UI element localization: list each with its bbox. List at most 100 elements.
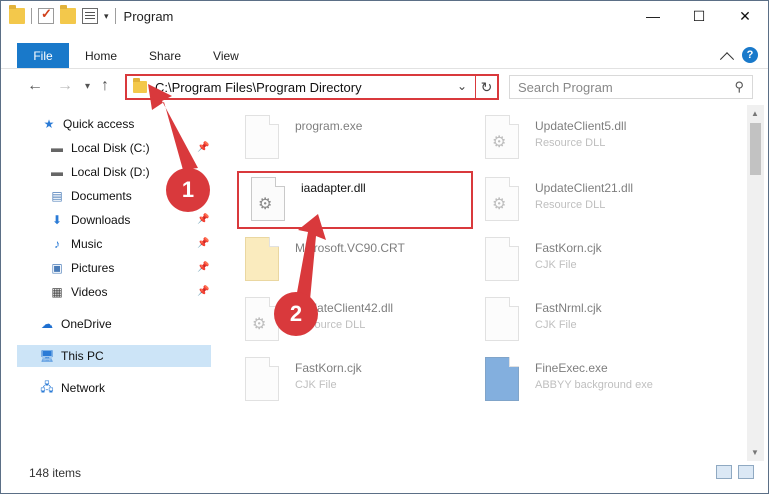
up-arrow-icon[interactable]: ↑	[101, 77, 109, 95]
properties-list-icon[interactable]	[82, 8, 98, 24]
tab-share[interactable]: Share	[133, 43, 197, 68]
generic-file-icon	[245, 357, 279, 401]
step-badge-1: 1	[166, 168, 210, 212]
file-item[interactable]: ⚙ UpdateClient5.dll Resource DLL	[471, 111, 711, 167]
search-placeholder: Search Program	[518, 79, 613, 95]
file-name: iaadapter.dll	[301, 181, 366, 195]
dll-file-icon: ⚙	[251, 177, 285, 221]
file-name: FastKorn.cjk	[535, 241, 602, 255]
sidebar-item-videos[interactable]: ▦ Videos	[49, 281, 107, 303]
close-button[interactable]: ✕	[722, 1, 768, 31]
scrollbar-thumb[interactable]	[750, 123, 761, 175]
pin-icon[interactable]: 📌	[197, 238, 209, 249]
customize-dropdown-icon[interactable]: ▾	[104, 11, 109, 22]
help-icon[interactable]: ?	[742, 47, 758, 63]
minimize-button[interactable]: —	[630, 1, 676, 31]
address-bar[interactable]: C:\Program Files\Program Directory ⌄ ↻	[125, 74, 499, 100]
status-bar: 148 items	[1, 461, 768, 485]
file-type: CJK File	[535, 259, 577, 271]
tab-file[interactable]: File	[17, 43, 69, 68]
file-type: Resource DLL	[535, 137, 606, 149]
vertical-scrollbar[interactable]: ▲ ▼	[747, 105, 764, 461]
address-dropdown-icon[interactable]: ⌄	[457, 79, 467, 93]
navigation-row: ← → ▾ ↑ C:\Program Files\Program Directo…	[1, 73, 768, 101]
pin-icon[interactable]: 📌	[197, 142, 209, 153]
file-type: Resource DLL	[535, 199, 606, 211]
sidebar-item-network[interactable]: 🖧 Network	[39, 377, 105, 399]
file-type: ABBYY background exe	[535, 379, 653, 391]
file-item[interactable]: FineExec.exe ABBYY background exe	[471, 353, 711, 409]
step-badge-2: 2	[274, 292, 318, 336]
sidebar-item-local-disk-c[interactable]: ▬ Local Disk (C:)	[49, 137, 150, 159]
file-item-iaadapter[interactable]: ⚙ iaadapter.dll	[237, 173, 477, 229]
navigation-pane: ★ Quick access ▬ Local Disk (C:) 📌 ▬ Loc…	[1, 111, 211, 461]
pin-icon[interactable]: 📌	[197, 262, 209, 273]
search-icon[interactable]: ⚲	[734, 79, 744, 95]
download-icon: ⬇	[51, 213, 63, 227]
scroll-up-icon[interactable]: ▲	[751, 109, 759, 118]
app-window-icon	[485, 357, 519, 401]
file-type: CJK File	[535, 319, 577, 331]
file-item[interactable]: FastKorn.cjk CJK File	[471, 233, 711, 289]
sidebar-item-label: Quick access	[63, 117, 135, 131]
sidebar-item-quick-access[interactable]: ★ Quick access	[41, 113, 135, 135]
file-item[interactable]: ⚙ UpdateClient42.dll Resource DLL	[231, 293, 471, 349]
tab-home[interactable]: Home	[69, 43, 133, 68]
large-icons-view-icon[interactable]	[738, 465, 754, 479]
scroll-down-icon[interactable]: ▼	[751, 448, 759, 457]
exe-file-icon	[245, 115, 279, 159]
details-view-icon[interactable]	[716, 465, 732, 479]
sidebar-item-local-disk-d[interactable]: ▬ Local Disk (D:)	[49, 161, 150, 183]
file-item[interactable]: FastNrml.cjk CJK File	[471, 293, 711, 349]
folder-icon[interactable]	[9, 5, 25, 24]
view-toggle-buttons	[716, 465, 754, 479]
forward-arrow-icon[interactable]: →	[57, 77, 73, 95]
pictures-icon: ▣	[51, 261, 63, 275]
sidebar-item-label: Downloads	[71, 213, 131, 227]
sidebar-item-this-pc[interactable]: 🖥 This PC	[17, 345, 211, 367]
sidebar-item-label: Videos	[71, 285, 108, 299]
network-icon: 🖧	[40, 379, 54, 394]
pin-icon[interactable]: 📌	[197, 214, 209, 225]
generic-file-icon	[485, 297, 519, 341]
back-arrow-icon[interactable]: ←	[27, 77, 43, 95]
sidebar-item-pictures[interactable]: ▣ Pictures	[49, 257, 114, 279]
sidebar-item-label: Music	[71, 237, 103, 251]
sidebar-item-onedrive[interactable]: ☁ OneDrive	[39, 313, 112, 335]
search-input[interactable]: Search Program ⚲	[509, 75, 753, 99]
cloud-icon: ☁	[41, 317, 53, 331]
sidebar-item-label: Network	[61, 381, 106, 395]
file-name: program.exe	[295, 119, 363, 133]
properties-check-icon[interactable]	[38, 6, 54, 24]
file-name: FineExec.exe	[535, 361, 608, 375]
file-item[interactable]: program.exe	[231, 111, 471, 167]
sidebar-item-documents[interactable]: ▤ Documents	[49, 185, 131, 207]
sidebar-item-music[interactable]: ♪ Music	[49, 233, 102, 255]
file-item[interactable]: ⚙ UpdateClient21.dll Resource DLL	[471, 173, 711, 229]
file-name: UpdateClient5.dll	[535, 119, 627, 133]
tab-view[interactable]: View	[197, 43, 255, 68]
file-name: UpdateClient21.dll	[535, 181, 634, 195]
pin-icon[interactable]: 📌	[197, 286, 209, 297]
file-name: FastNrml.cjk	[535, 301, 602, 315]
collapse-ribbon-icon[interactable]	[719, 52, 735, 67]
dll-file-icon: ⚙	[485, 177, 519, 221]
drive-icon: ▬	[51, 141, 63, 155]
folder-icon	[245, 237, 279, 281]
sidebar-item-label: Local Disk (C:)	[71, 141, 150, 155]
sidebar-item-label: Local Disk (D:)	[71, 165, 150, 179]
file-item[interactable]: Microsoft.VC90.CRT	[231, 233, 471, 289]
computer-icon: 🖥	[39, 349, 55, 363]
file-item[interactable]: FastKorn.cjk CJK File	[231, 353, 471, 409]
file-type: CJK File	[295, 379, 337, 391]
window-controls: — ☐ ✕	[630, 1, 768, 31]
file-name: FastKorn.cjk	[295, 361, 362, 375]
sidebar-item-label: This PC	[61, 349, 104, 363]
refresh-icon[interactable]: ↻	[475, 76, 497, 98]
recent-locations-chevron-icon[interactable]: ▾	[85, 81, 90, 92]
quick-access-toolbar: ▾	[9, 5, 116, 24]
maximize-button[interactable]: ☐	[676, 1, 722, 31]
new-folder-icon[interactable]	[60, 5, 76, 24]
sidebar-item-downloads[interactable]: ⬇ Downloads	[49, 209, 130, 231]
address-path[interactable]: C:\Program Files\Program Directory	[155, 80, 362, 95]
